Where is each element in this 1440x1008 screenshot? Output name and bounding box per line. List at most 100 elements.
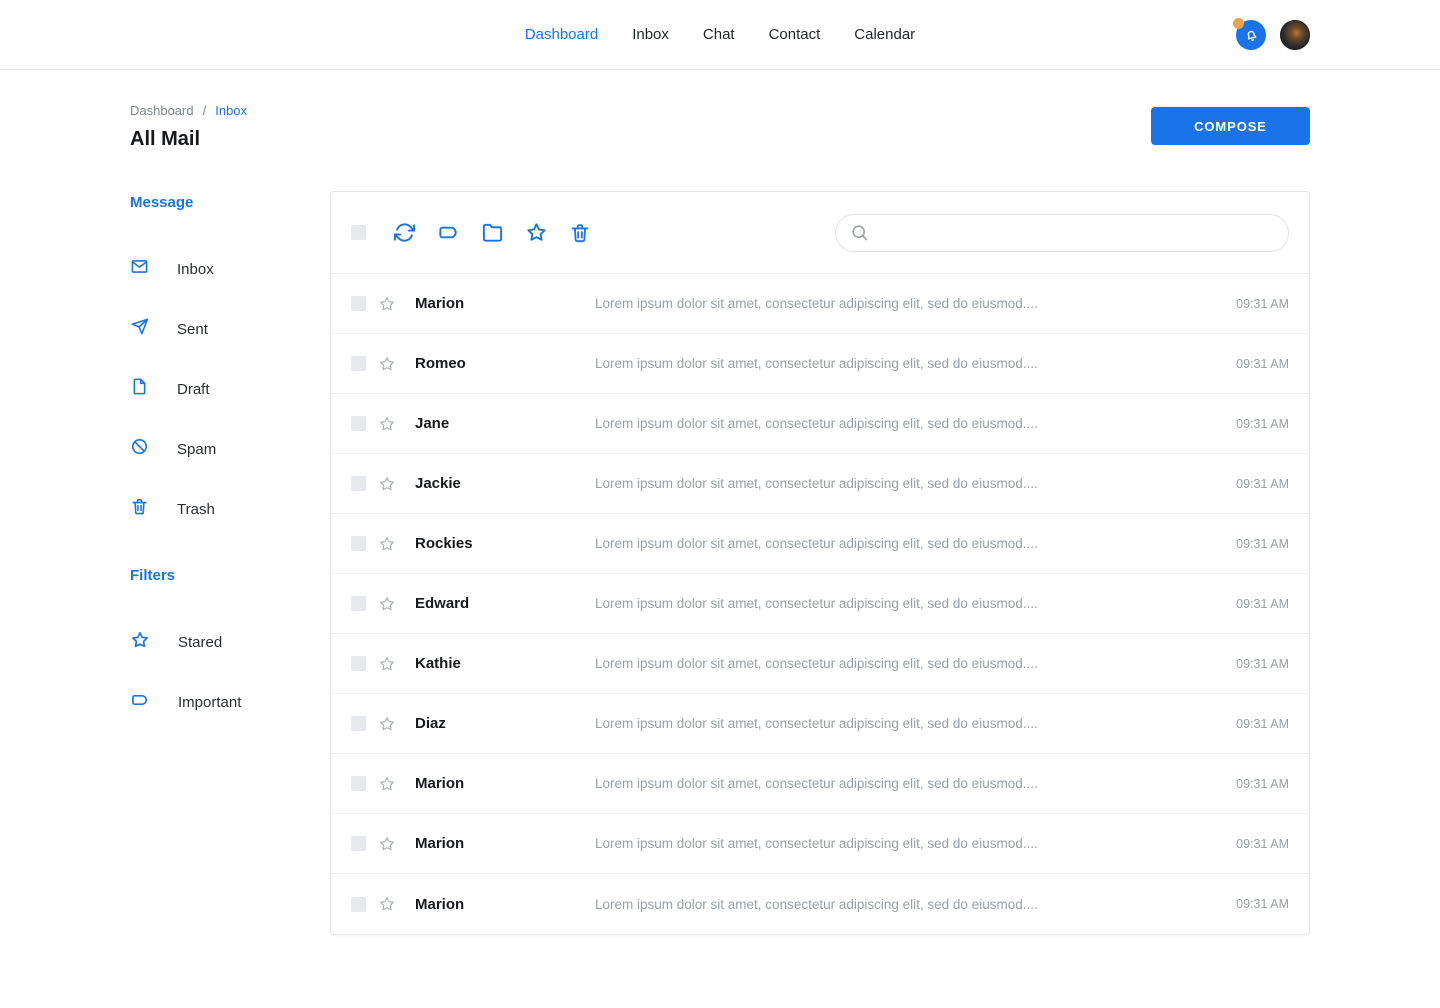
- sidebar-item-draft[interactable]: Draft: [130, 377, 330, 401]
- sidebar-item-label: Stared: [178, 634, 222, 651]
- star-icon: [130, 630, 150, 655]
- star-icon[interactable]: [378, 415, 396, 433]
- mail-rows: Marion Lorem ipsum dolor sit amet, conse…: [331, 274, 1309, 934]
- topbar-right: [1236, 0, 1310, 70]
- breadcrumb-inbox[interactable]: Inbox: [215, 103, 247, 118]
- mail-preview: Lorem ipsum dolor sit amet, consectetur …: [595, 536, 1236, 551]
- breadcrumb-separator: /: [203, 103, 207, 118]
- sidebar-item-label: Spam: [177, 441, 216, 458]
- star-icon[interactable]: [378, 355, 396, 373]
- label-icon: [130, 690, 150, 715]
- top-navigation-bar: Dashboard Inbox Chat Contact Calendar: [0, 0, 1440, 70]
- row-checkbox[interactable]: [351, 716, 366, 731]
- row-checkbox[interactable]: [351, 416, 366, 431]
- trash-icon[interactable]: [568, 221, 592, 245]
- row-checkbox[interactable]: [351, 656, 366, 671]
- search-box: [835, 214, 1289, 252]
- paper-plane-icon: [130, 317, 149, 341]
- mail-time: 09:31 AM: [1236, 297, 1289, 311]
- sidebar-item-label: Inbox: [177, 261, 214, 278]
- star-icon[interactable]: [378, 595, 396, 613]
- mail-row[interactable]: Diaz Lorem ipsum dolor sit amet, consect…: [331, 694, 1309, 754]
- mail-time: 09:31 AM: [1236, 657, 1289, 671]
- sidebar-item-stared[interactable]: Stared: [130, 630, 330, 654]
- trash-icon: [130, 497, 149, 521]
- mail-sender: Jane: [415, 415, 595, 432]
- nav-calendar[interactable]: Calendar: [854, 26, 915, 43]
- row-checkbox[interactable]: [351, 536, 366, 551]
- mail-sidebar: Message Inbox Sent: [130, 191, 330, 750]
- mail-row[interactable]: Marion Lorem ipsum dolor sit amet, conse…: [331, 754, 1309, 814]
- mail-sender: Romeo: [415, 355, 595, 372]
- mail-sender: Marion: [415, 775, 595, 792]
- mail-time: 09:31 AM: [1236, 837, 1289, 851]
- sidebar-item-trash[interactable]: Trash: [130, 497, 330, 521]
- mail-time: 09:31 AM: [1236, 417, 1289, 431]
- row-checkbox[interactable]: [351, 836, 366, 851]
- block-icon: [130, 437, 149, 461]
- row-checkbox[interactable]: [351, 356, 366, 371]
- mail-preview: Lorem ipsum dolor sit amet, consectetur …: [595, 897, 1236, 912]
- mail-time: 09:31 AM: [1236, 597, 1289, 611]
- mail-row[interactable]: Marion Lorem ipsum dolor sit amet, conse…: [331, 874, 1309, 934]
- notification-dot: [1233, 18, 1244, 29]
- mail-row[interactable]: Marion Lorem ipsum dolor sit amet, conse…: [331, 274, 1309, 334]
- row-checkbox[interactable]: [351, 596, 366, 611]
- star-icon[interactable]: [378, 475, 396, 493]
- mail-row[interactable]: Marion Lorem ipsum dolor sit amet, conse…: [331, 814, 1309, 874]
- mail-preview: Lorem ipsum dolor sit amet, consectetur …: [595, 296, 1236, 311]
- star-icon[interactable]: [378, 295, 396, 313]
- page-header: Dashboard / Inbox All Mail COMPOSE: [130, 103, 1310, 151]
- mail-preview: Lorem ipsum dolor sit amet, consectetur …: [595, 836, 1236, 851]
- nav-dashboard[interactable]: Dashboard: [525, 26, 598, 43]
- mail-preview: Lorem ipsum dolor sit amet, consectetur …: [595, 476, 1236, 491]
- sidebar-item-sent[interactable]: Sent: [130, 317, 330, 341]
- star-icon[interactable]: [378, 535, 396, 553]
- mail-list-card: Marion Lorem ipsum dolor sit amet, conse…: [330, 191, 1310, 935]
- mail-preview: Lorem ipsum dolor sit amet, consectetur …: [595, 356, 1236, 371]
- nav-inbox[interactable]: Inbox: [632, 26, 669, 43]
- row-checkbox[interactable]: [351, 476, 366, 491]
- mail-time: 09:31 AM: [1236, 357, 1289, 371]
- search-input[interactable]: [877, 225, 1274, 241]
- compose-button[interactable]: COMPOSE: [1151, 107, 1310, 145]
- mail-row[interactable]: Rockies Lorem ipsum dolor sit amet, cons…: [331, 514, 1309, 574]
- mail-row[interactable]: Edward Lorem ipsum dolor sit amet, conse…: [331, 574, 1309, 634]
- label-icon[interactable]: [436, 221, 460, 245]
- star-icon[interactable]: [378, 895, 396, 913]
- mail-sender: Rockies: [415, 535, 595, 552]
- row-checkbox[interactable]: [351, 296, 366, 311]
- mail-preview: Lorem ipsum dolor sit amet, consectetur …: [595, 416, 1236, 431]
- notification-button[interactable]: [1236, 20, 1266, 50]
- breadcrumb: Dashboard / Inbox: [130, 103, 247, 118]
- sidebar-item-label: Draft: [177, 381, 210, 398]
- mail-row[interactable]: Jackie Lorem ipsum dolor sit amet, conse…: [331, 454, 1309, 514]
- sidebar-item-important[interactable]: Important: [130, 690, 330, 714]
- row-checkbox[interactable]: [351, 897, 366, 912]
- user-avatar[interactable]: [1280, 20, 1310, 50]
- mail-sender: Diaz: [415, 715, 595, 732]
- star-icon[interactable]: [378, 835, 396, 853]
- mail-row[interactable]: Romeo Lorem ipsum dolor sit amet, consec…: [331, 334, 1309, 394]
- page-title: All Mail: [130, 128, 247, 151]
- sidebar-item-label: Sent: [177, 321, 208, 338]
- star-icon[interactable]: [524, 221, 548, 245]
- refresh-icon[interactable]: [392, 221, 416, 245]
- star-icon[interactable]: [378, 775, 396, 793]
- mail-row[interactable]: Kathie Lorem ipsum dolor sit amet, conse…: [331, 634, 1309, 694]
- nav-chat[interactable]: Chat: [703, 26, 735, 43]
- envelope-icon: [130, 257, 149, 281]
- star-icon[interactable]: [378, 655, 396, 673]
- main-nav: Dashboard Inbox Chat Contact Calendar: [525, 26, 915, 43]
- mail-toolbar: [331, 192, 1309, 274]
- mail-row[interactable]: Jane Lorem ipsum dolor sit amet, consect…: [331, 394, 1309, 454]
- sidebar-item-inbox[interactable]: Inbox: [130, 257, 330, 281]
- select-all-checkbox[interactable]: [351, 225, 366, 240]
- row-checkbox[interactable]: [351, 776, 366, 791]
- breadcrumb-dashboard[interactable]: Dashboard: [130, 103, 194, 118]
- star-icon[interactable]: [378, 715, 396, 733]
- folder-icon[interactable]: [480, 221, 504, 245]
- nav-contact[interactable]: Contact: [769, 26, 821, 43]
- mail-sender: Marion: [415, 295, 595, 312]
- sidebar-item-spam[interactable]: Spam: [130, 437, 330, 461]
